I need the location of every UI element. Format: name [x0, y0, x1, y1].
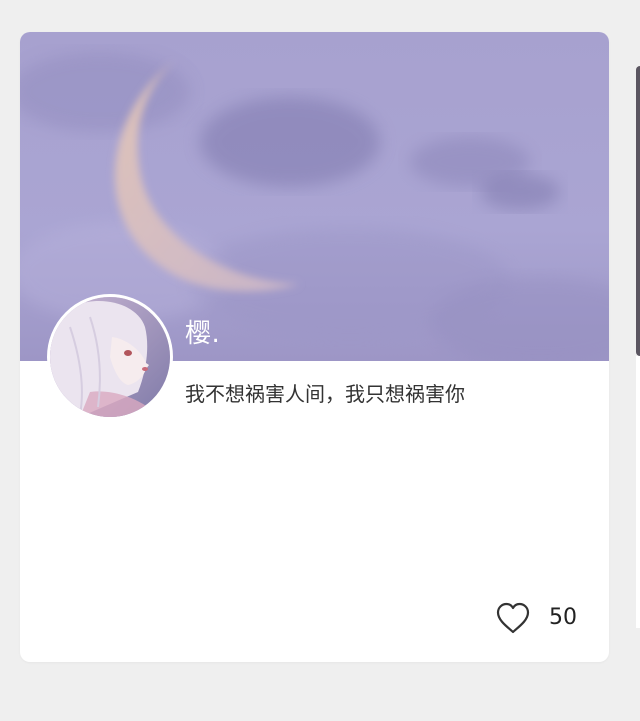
like-count: 50	[549, 605, 577, 630]
bio-text: 我不想祸害人间，我只想祸害你	[185, 382, 465, 406]
profile-card[interactable]: 樱. 我不想祸害人间，我只想祸害你 50	[20, 32, 609, 662]
next-card-peek-body	[636, 356, 640, 628]
page: 樱. 我不想祸害人间，我只想祸害你 50	[0, 0, 640, 721]
avatar[interactable]	[47, 294, 173, 420]
avatar-illustration	[50, 297, 170, 417]
username[interactable]: 樱.	[185, 318, 220, 350]
heart-outline-icon[interactable]	[495, 602, 531, 634]
likes-group[interactable]: 50	[495, 602, 577, 634]
next-card-peek[interactable]	[636, 66, 640, 356]
